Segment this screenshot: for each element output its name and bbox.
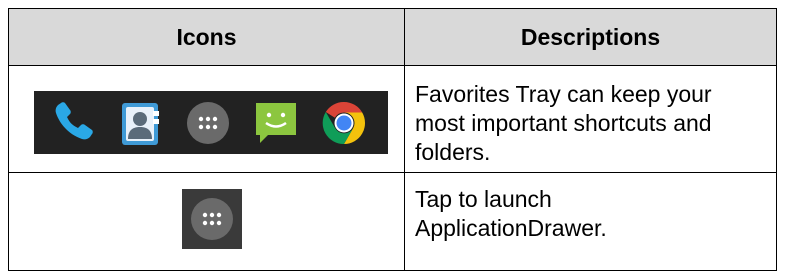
header-cell-icons: Icons bbox=[9, 9, 405, 65]
app-drawer-description: Tap to launch ApplicationDrawer. bbox=[415, 186, 607, 241]
description-cell: Favorites Tray can keep your most import… bbox=[405, 66, 776, 172]
phone-icon bbox=[48, 99, 96, 147]
app-drawer-tile bbox=[182, 189, 242, 249]
header-icons-label: Icons bbox=[176, 24, 237, 50]
icons-descriptions-table: Icons Descriptions Favorites Tray can ke… bbox=[8, 8, 777, 271]
app-drawer-icon[interactable] bbox=[184, 99, 232, 147]
header-descriptions-label: Descriptions bbox=[520, 24, 661, 50]
table-row: Tap to launch ApplicationDrawer. bbox=[9, 173, 776, 270]
table-header-row: Icons Descriptions bbox=[9, 9, 776, 66]
icons-cell bbox=[9, 173, 405, 270]
header-cell-descriptions: Descriptions bbox=[405, 9, 776, 65]
table-row: Favorites Tray can keep your most import… bbox=[9, 66, 776, 173]
description-cell: Tap to launch ApplicationDrawer. bbox=[405, 173, 776, 270]
favorites-tray-description: Favorites Tray can keep your most import… bbox=[415, 81, 712, 165]
messaging-icon bbox=[252, 99, 300, 147]
favorites-tray bbox=[34, 91, 388, 154]
app-drawer-icon[interactable] bbox=[188, 195, 236, 243]
icons-cell bbox=[9, 66, 405, 172]
chrome-icon bbox=[320, 99, 368, 147]
contacts-icon bbox=[116, 99, 164, 147]
